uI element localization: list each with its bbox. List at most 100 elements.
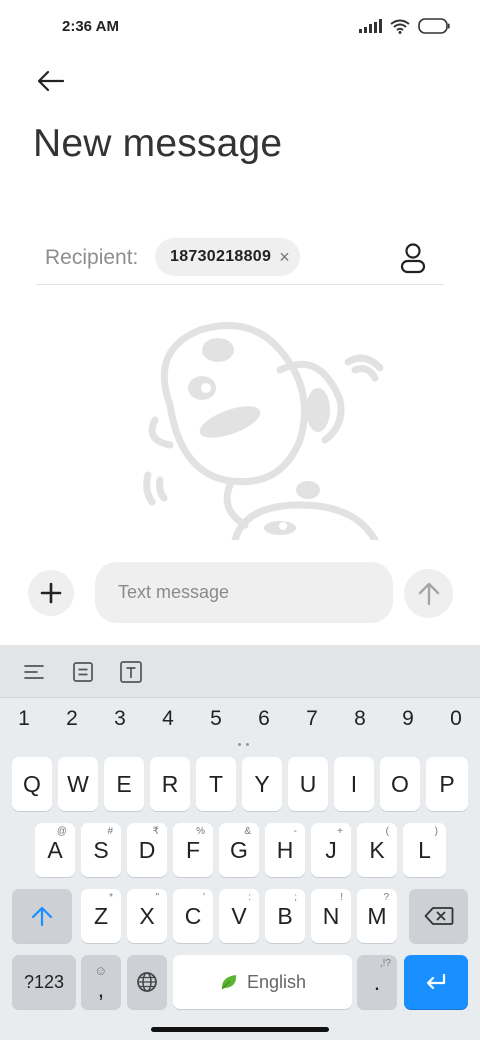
key-e[interactable]: E (104, 757, 144, 811)
key-label: F (185, 836, 201, 863)
key-t[interactable]: T (196, 757, 236, 811)
key-hint: * (109, 892, 113, 903)
key-l[interactable]: ) L (403, 823, 446, 877)
key-m[interactable]: ? M (357, 889, 397, 943)
key-g[interactable]: & G (219, 823, 259, 877)
key-s[interactable]: # S (81, 823, 121, 877)
number-key[interactable]: 8 (336, 707, 384, 731)
key-label: B (277, 902, 293, 929)
space-language-label: English (246, 971, 307, 992)
recipient-chip[interactable]: 18730218809 × (155, 238, 300, 276)
key-hint: ) (434, 826, 438, 837)
key-u[interactable]: U (288, 757, 328, 811)
align-left-icon[interactable] (21, 659, 47, 685)
key-label: N (322, 902, 340, 929)
space-key[interactable]: English (173, 955, 352, 1009)
backspace-icon (424, 907, 453, 925)
send-button[interactable] (404, 569, 453, 618)
key-label: S (93, 836, 109, 863)
recipient-label: Recipient: (45, 246, 139, 269)
number-key[interactable]: 6 (240, 707, 288, 731)
key-label: U (299, 770, 317, 797)
number-key[interactable]: 9 (384, 707, 432, 731)
key-label: P (439, 770, 455, 797)
key-hint: @ (56, 826, 67, 837)
key-label: W (67, 770, 89, 797)
key-hint: + (337, 826, 343, 837)
key-hint: ! (340, 892, 343, 903)
key-label: C (184, 902, 202, 929)
contacts-button[interactable] (398, 242, 428, 274)
period-key[interactable]: ,!? . (357, 955, 397, 1009)
key-label: K (369, 836, 385, 863)
wifi-icon (390, 19, 410, 34)
key-i[interactable]: I (334, 757, 374, 811)
key-w[interactable]: W (58, 757, 98, 811)
key-label: G (230, 836, 248, 863)
home-indicator[interactable] (151, 1027, 329, 1032)
key-label: T (208, 770, 224, 797)
key-q[interactable]: Q (12, 757, 52, 811)
key-label: Q (23, 770, 41, 797)
key-y[interactable]: Y (242, 757, 282, 811)
key-v[interactable]: :V (219, 889, 259, 943)
backspace-key[interactable] (409, 889, 468, 943)
send-arrow-up-icon (418, 582, 439, 605)
key-n[interactable]: ! N (311, 889, 351, 943)
back-arrow-icon (37, 70, 65, 92)
number-key[interactable]: 7 (288, 707, 336, 731)
key-h[interactable]: -H (265, 823, 305, 877)
key-label: L (418, 836, 431, 863)
key-f[interactable]: % F (173, 823, 213, 877)
key-a[interactable]: @ A (35, 823, 75, 877)
key-c[interactable]: ' C (173, 889, 213, 943)
number-key[interactable]: 2 (48, 707, 96, 731)
shift-key[interactable] (12, 889, 72, 943)
enter-key[interactable] (404, 955, 468, 1009)
key-hint: ,!? (379, 958, 391, 969)
cellular-signal-icon (359, 19, 382, 33)
key-o[interactable]: O (380, 757, 420, 811)
key-label: E (116, 770, 132, 797)
number-row: 1 2 3 4 5 6 7 8 9 0 (0, 707, 480, 739)
status-icons (359, 18, 450, 34)
key-label: , (97, 975, 105, 1002)
key-k[interactable]: (K (357, 823, 397, 877)
symbols-key[interactable]: ?123 (12, 955, 76, 1009)
key-b[interactable]: ; B (265, 889, 305, 943)
key-p[interactable]: P (426, 757, 468, 811)
key-z[interactable]: * Z (81, 889, 121, 943)
key-x[interactable]: " X (127, 889, 167, 943)
number-key[interactable]: 4 (144, 707, 192, 731)
text-format-icon[interactable] (118, 659, 144, 685)
key-r[interactable]: R (150, 757, 190, 811)
key-label: R (161, 770, 179, 797)
status-bar: 2:36 AM (0, 0, 480, 56)
page-indicator-dots (238, 743, 249, 746)
add-attachment-button[interactable] (28, 570, 74, 616)
number-key[interactable]: 3 (96, 707, 144, 731)
number-key[interactable]: 5 (192, 707, 240, 731)
key-hint: - (293, 826, 297, 837)
language-switch-key[interactable] (127, 955, 167, 1009)
key-label: O (391, 770, 409, 797)
clipboard-icon[interactable] (70, 659, 96, 685)
text-message-input[interactable] (95, 562, 393, 623)
key-d[interactable]: ₹ D (127, 823, 167, 877)
remove-recipient-icon[interactable]: × (279, 248, 290, 266)
enter-return-icon (426, 973, 446, 990)
key-hint: ; (294, 892, 297, 903)
page-title: New message (33, 122, 283, 165)
key-hint: ? (383, 892, 389, 903)
key-label: A (47, 836, 63, 863)
keyboard: 1 2 3 4 5 6 7 8 9 0 Q W E R T Y U I O P … (0, 645, 480, 1040)
recipient-row: Recipient: 18730218809 × (36, 232, 444, 285)
number-key[interactable]: 1 (0, 707, 48, 731)
comma-key[interactable]: ☺ , (81, 955, 121, 1009)
status-time: 2:36 AM (62, 18, 119, 35)
key-j[interactable]: + J (311, 823, 351, 877)
key-hint: # (107, 826, 113, 837)
back-button[interactable] (34, 64, 68, 98)
number-key[interactable]: 0 (432, 707, 480, 731)
plus-icon (40, 582, 62, 604)
